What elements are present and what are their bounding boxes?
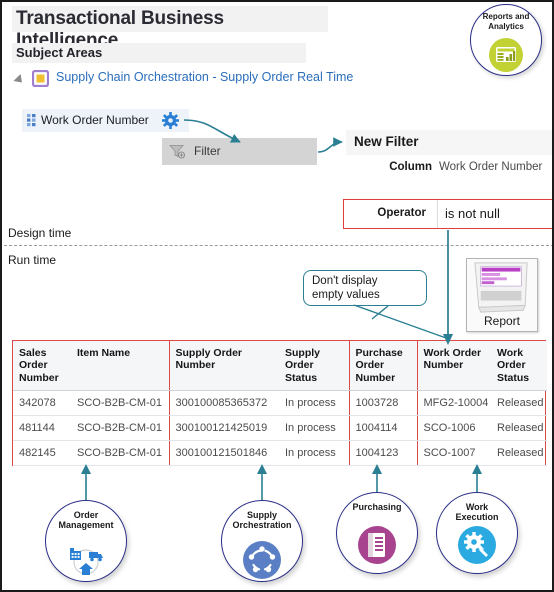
new-filter-heading-bar: New Filter <box>346 130 552 155</box>
badge-line-2: Execution <box>455 512 499 523</box>
th-work-order-status: Work Order Status <box>491 341 547 392</box>
purchase-doc-icon <box>358 526 396 564</box>
badge-line-1: Supply <box>246 510 277 520</box>
cell-supply-order-status: In process <box>279 415 349 442</box>
operator-label: Operator <box>377 207 426 219</box>
th-purchase-order-number: Purchase Order Number <box>348 341 417 392</box>
new-filter-heading: New Filter <box>354 134 419 149</box>
badge-line-1: Purchasing <box>352 502 402 512</box>
callout-line-2: empty values <box>312 289 380 301</box>
diagram-canvas: Transactional Business Intelligence Subj… <box>0 0 554 592</box>
th-item-name: Item Name <box>71 341 169 392</box>
table-header-row: Sales Order Number Item Name Supply Orde… <box>13 341 547 392</box>
badge-reports-and-analytics[interactable]: Reports and Analytics <box>470 4 542 76</box>
badge-purchasing[interactable]: Purchasing <box>336 492 418 574</box>
callout-note: Don't display empty values <box>303 270 427 306</box>
subject-areas-header: Subject Areas <box>12 43 306 63</box>
new-filter-panel: New Filter Column Work Order Number <box>346 130 552 180</box>
subject-areas-label: Subject Areas <box>16 45 103 60</box>
badge-line-2: Analytics <box>488 21 524 31</box>
cell-supply-order-number: 300100121501846 <box>168 440 279 467</box>
report-caption: Report <box>483 314 521 328</box>
cell-item-name: SCO-B2B-CM-01 <box>71 440 169 467</box>
new-filter-operator-row[interactable]: Operator is not null <box>343 199 552 229</box>
expand-triangle-icon[interactable] <box>13 73 26 87</box>
subject-area-link[interactable]: Supply Chain Orchestration - Supply Orde… <box>56 70 353 84</box>
callout-tail <box>371 305 389 320</box>
cell-item-name: SCO-B2B-CM-01 <box>71 415 169 442</box>
cell-supply-order-status: In process <box>279 390 349 417</box>
badge-line-1: Work <box>465 502 489 512</box>
callout-line-1: Don't display <box>312 275 378 287</box>
connector-filter-to-newfilter <box>317 137 343 153</box>
cell-work-order-number: MFG2-10004 <box>416 390 491 417</box>
new-filter-column-row: Column Work Order Number <box>346 157 552 180</box>
badge-line-2: Management <box>58 520 114 531</box>
operator-divider <box>437 200 438 228</box>
design-time-label: Design time <box>8 226 72 240</box>
cell-purchase-order-number: 1004114 <box>348 415 417 442</box>
report-chart-icon <box>489 38 523 72</box>
context-menu-filter-label: Filter <box>194 144 221 158</box>
cell-work-order-number: SCO-1007 <box>416 440 491 467</box>
context-menu-filter[interactable]: Filter <box>162 138 317 165</box>
cell-sales-order-number: 482145 <box>13 440 71 467</box>
page-title: Transactional Business Intelligence <box>12 6 328 51</box>
factory-truck-home-icon <box>67 541 105 579</box>
cell-work-order-status: Released <box>491 390 547 417</box>
cell-work-order-status: Released <box>491 440 547 467</box>
badge-line-2: Orchestration <box>232 520 292 531</box>
column-field-label: Work Order Number <box>41 113 149 127</box>
callout-pointer <box>353 304 447 339</box>
badge-supply-orchestration[interactable]: Supply Orchestration <box>221 500 303 582</box>
gear-wrench-icon <box>458 526 496 564</box>
subject-area-tree-row[interactable]: Supply Chain Orchestration - Supply Orde… <box>13 69 416 89</box>
th-work-order-number: Work Order Number <box>416 341 491 392</box>
column-label: Column <box>389 161 432 173</box>
run-time-label: Run time <box>8 253 57 267</box>
column-field-work-order-number[interactable]: Work Order Number <box>22 109 189 132</box>
th-supply-order-status: Supply Order Status <box>279 341 349 392</box>
subject-area-folder-icon <box>31 69 50 88</box>
orchestration-dots-icon <box>243 541 281 579</box>
report-thumbnail[interactable]: Report <box>466 258 538 332</box>
table-row: 481144 SCO-B2B-CM-01 300100121425019 In … <box>13 415 547 442</box>
filter-funnel-icon <box>169 144 186 159</box>
cell-supply-order-status: In process <box>279 440 349 467</box>
badge-work-execution[interactable]: Work Execution <box>436 492 518 574</box>
th-sales-order-number: Sales Order Number <box>13 341 71 392</box>
results-table: Sales Order Number Item Name Supply Orde… <box>12 340 547 467</box>
cell-purchase-order-number: 1003728 <box>348 390 417 417</box>
table-row: 482145 SCO-B2B-CM-01 300100121501846 In … <box>13 440 547 467</box>
cell-work-order-number: SCO-1006 <box>416 415 491 442</box>
column-grip-icon <box>27 114 36 127</box>
column-value: Work Order Number <box>439 161 543 173</box>
cell-supply-order-number: 300100085365372 <box>168 390 279 417</box>
cell-sales-order-number: 481144 <box>13 415 71 442</box>
badge-line-1: Order <box>73 510 99 520</box>
th-supply-order-number: Supply Order Number <box>168 341 279 392</box>
results-table-grid: Sales Order Number Item Name Supply Orde… <box>13 341 547 467</box>
badge-order-management[interactable]: Order Management <box>45 500 127 582</box>
cell-item-name: SCO-B2B-CM-01 <box>71 390 169 417</box>
cell-sales-order-number: 342078 <box>13 390 71 417</box>
cell-purchase-order-number: 1004123 <box>348 440 417 467</box>
operator-value[interactable]: is not null <box>445 206 500 221</box>
design-run-divider <box>4 245 552 246</box>
report-document-icon <box>474 262 528 313</box>
gear-icon[interactable] <box>162 112 179 129</box>
badge-line-1: Reports and <box>482 12 530 21</box>
cell-work-order-status: Released <box>491 415 547 442</box>
cell-supply-order-number: 300100121425019 <box>168 415 279 442</box>
table-row: 342078 SCO-B2B-CM-01 300100085365372 In … <box>13 390 547 417</box>
